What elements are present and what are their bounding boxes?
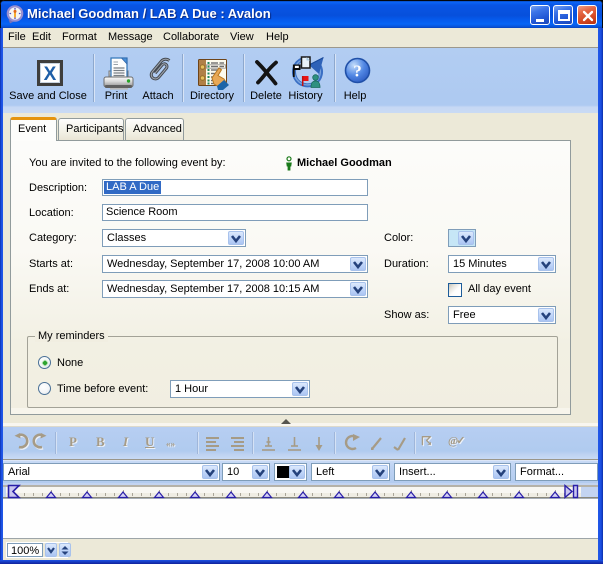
svg-text:X: X [44, 64, 57, 85]
svg-text:?: ? [353, 62, 362, 81]
